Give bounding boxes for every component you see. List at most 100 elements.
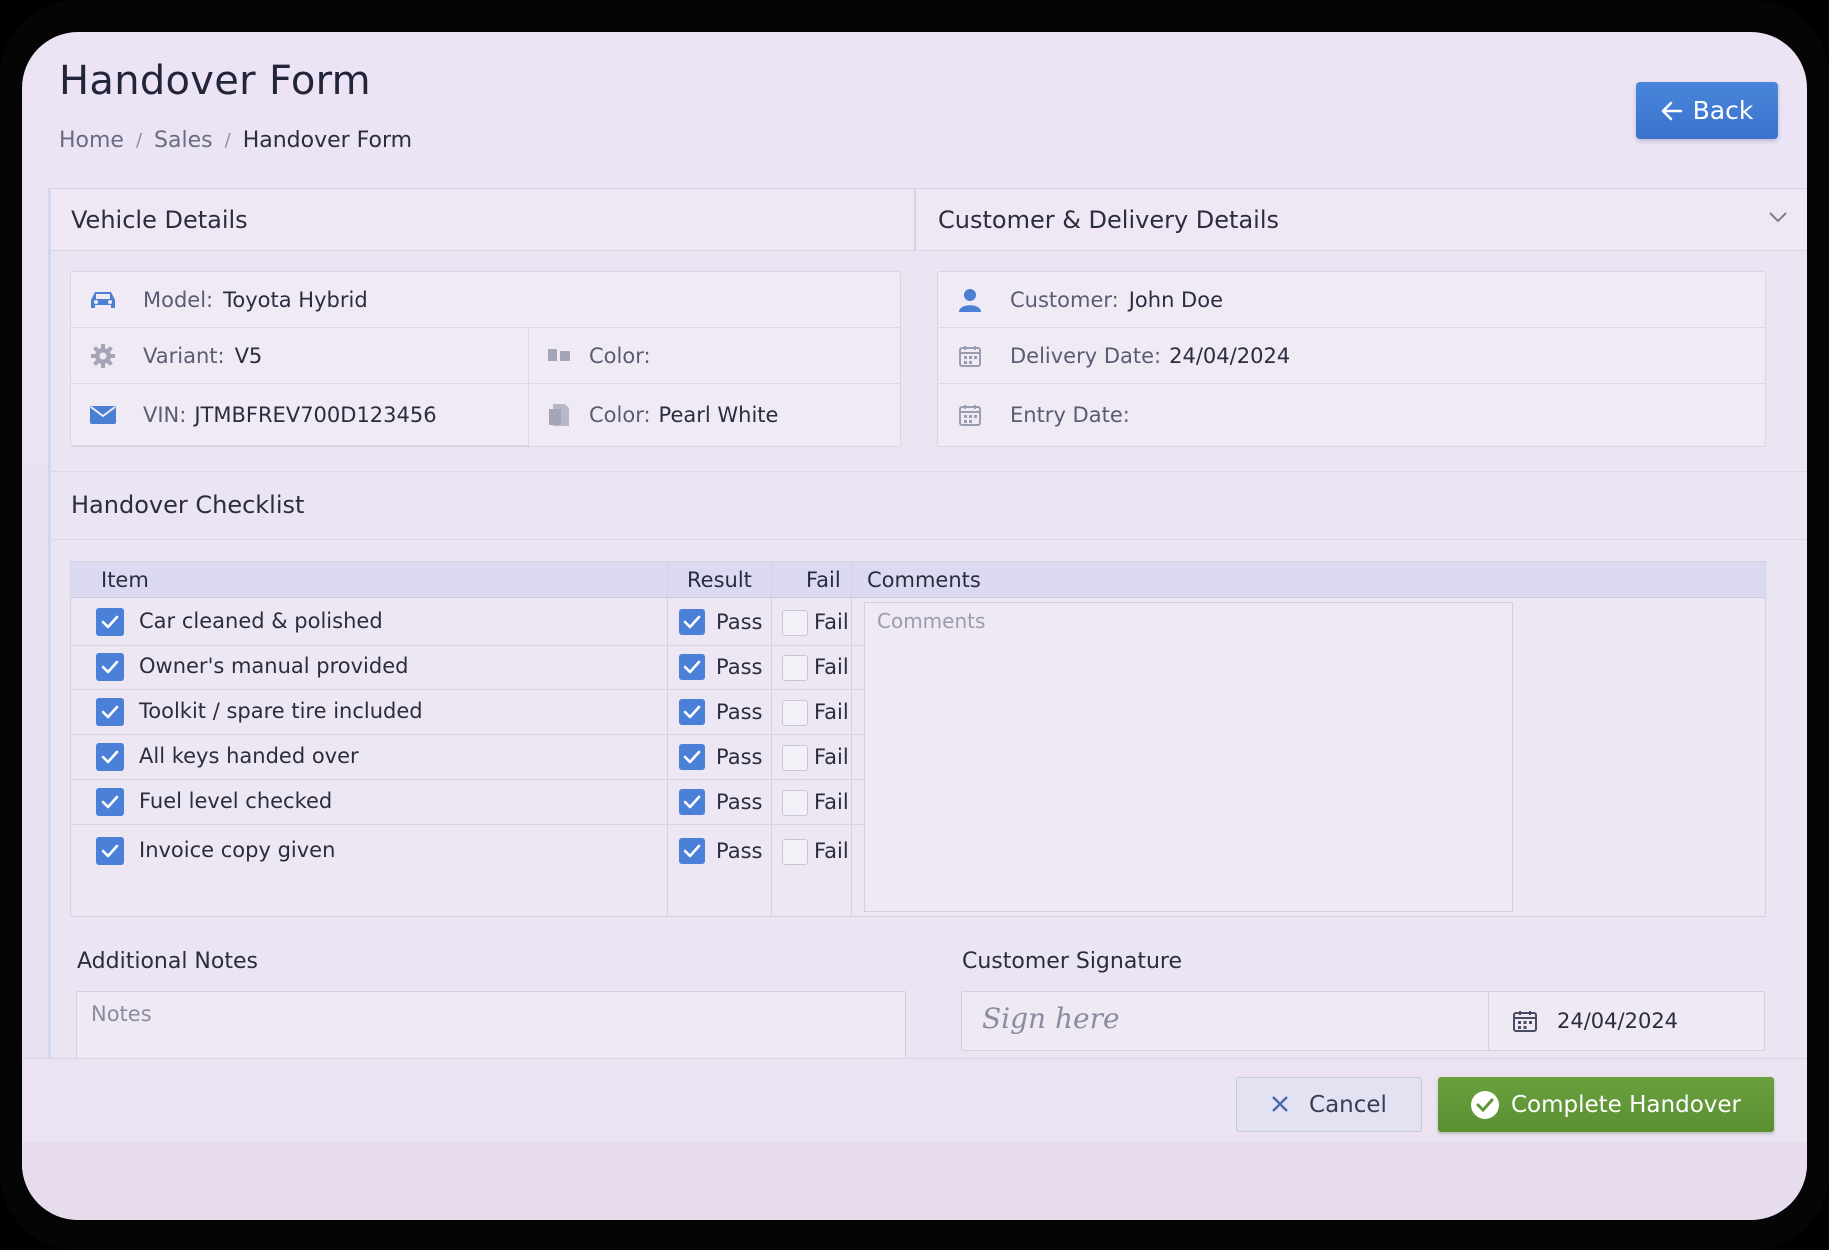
row-divider <box>71 645 865 646</box>
fail-checkbox[interactable] <box>782 699 808 726</box>
column-divider <box>851 562 852 916</box>
fail-checkbox[interactable] <box>782 610 808 636</box>
color-value-row: Color: Pearl White <box>529 384 900 446</box>
close-icon <box>1271 1091 1289 1119</box>
page-header: Handover Form Home / Sales / Handover Fo… <box>22 32 1807 188</box>
row-divider <box>71 689 865 690</box>
fail-label: Fail <box>814 610 849 634</box>
item-label: All keys handed over <box>139 743 359 768</box>
vin-label: VIN: <box>143 402 187 427</box>
back-button[interactable]: Back <box>1636 82 1778 139</box>
back-button-label: Back <box>1692 96 1754 125</box>
table-header: Item Result Fail Comments <box>71 562 1765 598</box>
fail-label: Fail <box>814 839 849 863</box>
model-value: Toyota Hybrid <box>223 287 368 312</box>
signature-date-field[interactable]: 24/04/2024 <box>1488 992 1766 1050</box>
color-value-label: Color: <box>589 403 651 427</box>
customer-row: Customer: John Doe <box>938 272 1765 328</box>
item-label: Toolkit / spare tire included <box>139 698 423 723</box>
pass-label: Pass <box>716 789 763 814</box>
pass-label: Pass <box>716 610 763 634</box>
customer-details-title: Customer & Delivery Details <box>938 205 1280 234</box>
item-label: Owner's manual provided <box>139 653 409 678</box>
entry-date-row: Entry Date: <box>938 384 1765 446</box>
column-header-result: Result <box>687 568 752 592</box>
bottom-band <box>22 1142 1807 1220</box>
signature-field[interactable]: Sign here 24/04/2024 <box>961 991 1765 1051</box>
checklist-heading: Handover Checklist <box>71 491 305 519</box>
form-content: Vehicle Details Customer & Delivery Deta… <box>48 188 1807 1073</box>
car-icon <box>87 288 119 312</box>
pass-label: Pass <box>716 744 763 769</box>
fail-label: Fail <box>814 789 849 814</box>
app-screen: Handover Form Home / Sales / Handover Fo… <box>22 32 1807 1220</box>
calendar-icon <box>1509 1010 1541 1032</box>
row-divider <box>71 734 865 735</box>
item-checkbox[interactable] <box>96 697 124 726</box>
cancel-button[interactable]: Cancel <box>1236 1077 1422 1132</box>
check-circle-icon <box>1470 1090 1499 1119</box>
notes-heading: Additional Notes <box>77 949 258 974</box>
breadcrumb-separator: / <box>135 130 143 151</box>
gear-icon <box>87 343 119 369</box>
vin-value: JTMBFREV700D123456 <box>194 402 437 427</box>
breadcrumb-home[interactable]: Home <box>59 128 124 153</box>
pass-checkbox[interactable] <box>679 788 705 815</box>
fail-label: Fail <box>814 744 849 769</box>
variant-row: Variant: V5 <box>71 328 528 384</box>
signature-placeholder: Sign here <box>982 1002 1120 1035</box>
complete-handover-button[interactable]: Complete Handover <box>1438 1077 1774 1132</box>
breadcrumb-sales[interactable]: Sales <box>154 128 213 153</box>
pass-checkbox[interactable] <box>679 653 705 680</box>
calendar-icon <box>954 345 986 367</box>
flag-icon <box>543 347 575 365</box>
item-checkbox[interactable] <box>96 652 124 681</box>
pass-checkbox[interactable] <box>679 838 705 864</box>
item-label: Car cleaned & polished <box>139 609 383 633</box>
breadcrumb-separator: / <box>224 130 231 151</box>
item-checkbox[interactable] <box>96 787 124 816</box>
signature-date-value: 24/04/2024 <box>1557 1009 1679 1033</box>
arrow-left-icon <box>1661 101 1682 120</box>
pass-checkbox[interactable] <box>679 698 705 725</box>
checklist-table: Item Result Fail Comments Comments Car c… <box>70 561 1766 917</box>
model-row: Model: Toyota Hybrid <box>71 272 900 328</box>
delivery-date-label: Delivery Date: <box>1010 343 1162 368</box>
row-divider <box>71 824 865 825</box>
color-value: Pearl White <box>658 403 779 427</box>
fail-checkbox[interactable] <box>782 789 808 816</box>
color-label: Color: <box>589 343 651 368</box>
user-icon <box>954 288 986 312</box>
entry-date-label: Entry Date: <box>1010 403 1130 427</box>
chevron-down-icon[interactable] <box>1768 211 1788 223</box>
document-icon <box>543 403 575 427</box>
section-divider <box>51 539 1807 540</box>
fail-checkbox[interactable] <box>782 654 808 681</box>
tablet-frame: Handover Form Home / Sales / Handover Fo… <box>0 0 1829 1250</box>
column-header-item: Item <box>101 568 149 592</box>
column-header-fail: Fail <box>806 568 841 592</box>
pass-checkbox[interactable] <box>679 743 705 770</box>
breadcrumb-current: Handover Form <box>242 128 413 153</box>
comments-input[interactable]: Comments <box>864 602 1513 912</box>
fail-label: Fail <box>814 699 849 724</box>
complete-handover-label: Complete Handover <box>1510 1091 1741 1118</box>
fail-label: Fail <box>814 654 849 679</box>
item-checkbox[interactable] <box>96 742 124 771</box>
vehicle-details-title: Vehicle Details <box>71 205 248 234</box>
delivery-date-row: Delivery Date: 24/04/2024 <box>938 328 1765 384</box>
envelope-icon <box>87 405 119 425</box>
item-checkbox[interactable] <box>96 608 124 636</box>
customer-details-heading[interactable]: Customer & Delivery Details <box>918 189 1807 251</box>
page-title: Handover Form <box>59 58 371 104</box>
fail-checkbox[interactable] <box>782 839 808 865</box>
pass-label: Pass <box>716 654 763 679</box>
notes-placeholder: Notes <box>91 1002 152 1026</box>
fail-checkbox[interactable] <box>782 744 808 771</box>
item-checkbox[interactable] <box>96 837 124 865</box>
pass-label: Pass <box>716 699 763 724</box>
pass-checkbox[interactable] <box>679 609 705 635</box>
item-label: Invoice copy given <box>139 838 336 862</box>
customer-value: John Doe <box>1128 287 1223 312</box>
variant-label: Variant: <box>143 343 225 368</box>
